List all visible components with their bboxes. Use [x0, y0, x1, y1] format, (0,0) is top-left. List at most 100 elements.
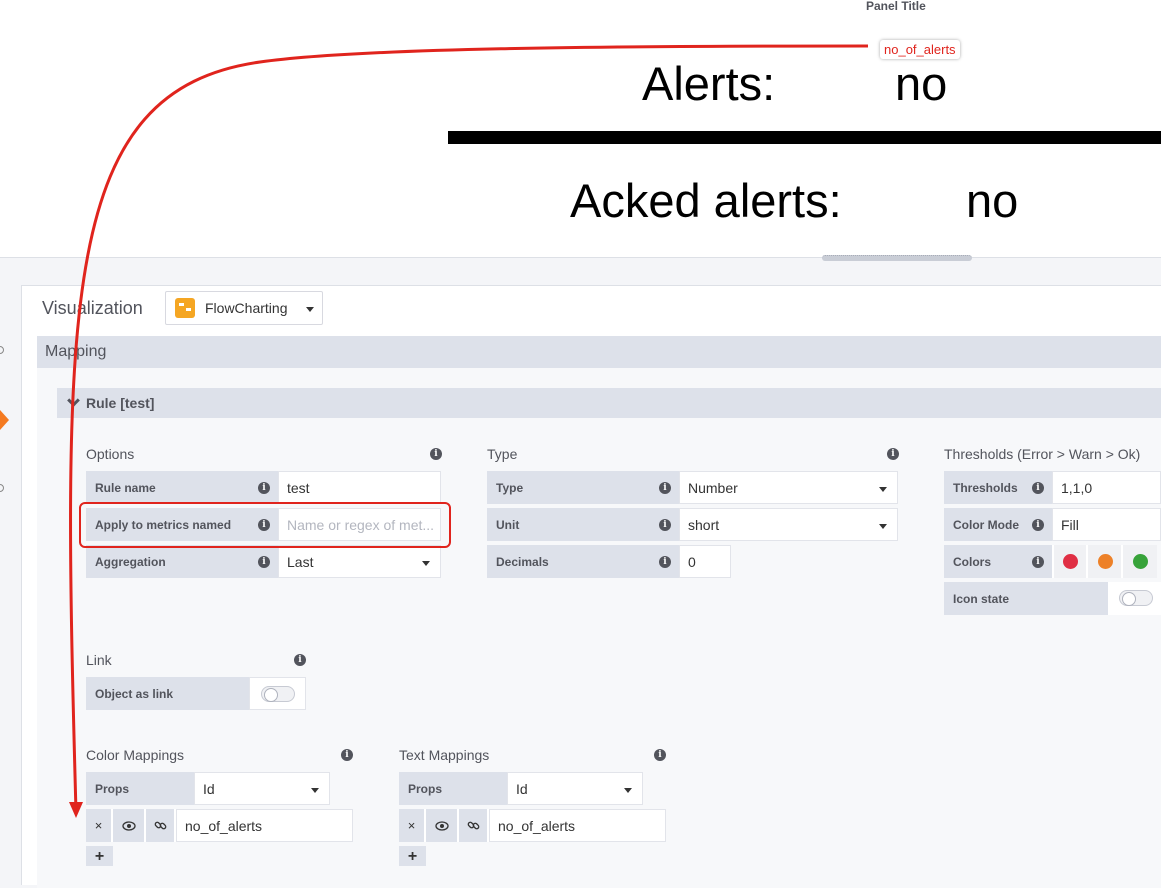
chevron-down-icon — [624, 788, 632, 793]
eye-icon[interactable] — [426, 809, 459, 842]
aggregation-label-text: Aggregation — [95, 554, 166, 569]
metric-tag: no_of_alerts — [880, 40, 960, 59]
delete-mapping-icon[interactable]: × — [399, 809, 426, 842]
chevron-down-icon — [422, 561, 430, 566]
color-picker-ok[interactable] — [1121, 545, 1157, 578]
object-as-link-toggle[interactable] — [261, 686, 295, 702]
info-icon[interactable]: i — [1032, 556, 1044, 568]
add-text-mapping-button[interactable]: + — [399, 846, 426, 866]
color-mappings-props-select[interactable]: Id — [194, 772, 330, 805]
link-icon[interactable] — [146, 809, 176, 842]
type-title: Type — [487, 446, 518, 462]
decimals-input[interactable]: 0 — [679, 545, 731, 578]
thresholds-label-text: Thresholds — [953, 480, 1018, 495]
object-as-link-row: Object as link — [86, 677, 306, 710]
aggregation-value: Last — [287, 553, 314, 570]
info-icon[interactable]: i — [430, 448, 442, 460]
unit-value: short — [688, 516, 720, 533]
text-mappings-title: Text Mappings — [399, 747, 490, 763]
type-select[interactable]: Number — [679, 471, 898, 504]
mapping-section-header[interactable]: Mapping — [37, 336, 1161, 368]
panel-preview: Panel Title Alerts: no Acked alerts: no … — [0, 0, 1161, 258]
text-mappings-props-select[interactable]: Id — [507, 772, 643, 805]
rule-name-label: Rule name i — [86, 471, 278, 504]
color-mode-label-text: Color Mode — [953, 517, 1019, 532]
type-label: Type i — [487, 471, 679, 504]
visualization-label: Visualization — [42, 298, 143, 318]
rule-title: Rule [test] — [86, 395, 155, 411]
thresholds-row: Thresholds i 1,1,0 — [944, 471, 1161, 504]
info-icon[interactable]: i — [659, 519, 671, 531]
color-mapping-value-input[interactable]: no_of_alerts — [176, 809, 353, 842]
unit-label: Unit i — [487, 508, 679, 541]
text-mappings-props-label: Props — [399, 772, 507, 805]
aggregation-label: Aggregation i — [86, 545, 278, 578]
decimals-row: Decimals i 0 — [487, 545, 731, 578]
delete-mapping-icon[interactable]: × — [86, 809, 113, 842]
info-icon[interactable]: i — [1032, 482, 1044, 494]
object-as-link-label: Object as link — [86, 677, 249, 710]
rule-name-row: Rule name i test — [86, 471, 441, 504]
panel-title[interactable]: Panel Title — [866, 0, 926, 13]
text-mapping-value-input[interactable]: no_of_alerts — [489, 809, 666, 842]
rule-name-label-text: Rule name — [95, 480, 156, 495]
decimals-label: Decimals i — [487, 545, 679, 578]
visualization-plugin-name: FlowCharting — [205, 300, 288, 316]
separator-bar — [448, 131, 1161, 144]
type-label-text: Type — [496, 480, 524, 495]
color-mappings-title: Color Mappings — [86, 747, 185, 763]
link-icon[interactable] — [459, 809, 489, 842]
text-mappings-props-row: Props Id — [399, 772, 643, 805]
colors-row: Colors i — [944, 545, 1157, 578]
text-mapping-item: × no_of_alerts — [399, 809, 666, 842]
color-mapping-item: × no_of_alerts — [86, 809, 353, 842]
info-icon[interactable]: i — [887, 448, 899, 460]
color-mappings-props-row: Props Id — [86, 772, 330, 805]
acked-alerts-label: Acked alerts: — [570, 174, 842, 227]
color-mode-select[interactable]: Fill — [1052, 508, 1161, 541]
color-swatch-error — [1063, 554, 1078, 569]
aggregation-row: Aggregation i Last — [86, 545, 441, 578]
rule-header[interactable]: Rule [test] — [57, 388, 1161, 418]
chevron-down-icon — [306, 307, 314, 312]
info-icon[interactable]: i — [659, 482, 671, 494]
color-swatch-warn — [1098, 554, 1113, 569]
chevron-down-icon — [311, 788, 319, 793]
color-swatch-ok — [1133, 554, 1148, 569]
color-picker-warn[interactable] — [1086, 545, 1121, 578]
info-icon[interactable]: i — [1032, 519, 1044, 531]
type-row: Type i Number — [487, 471, 898, 504]
type-value: Number — [688, 479, 738, 496]
alerts-value: no — [895, 57, 948, 110]
info-icon[interactable]: i — [294, 654, 306, 666]
colors-label: Colors i — [944, 545, 1052, 578]
eye-icon[interactable] — [113, 809, 146, 842]
info-icon[interactable]: i — [341, 749, 353, 761]
aggregation-select[interactable]: Last — [278, 545, 441, 578]
annotation-highlight-box — [79, 502, 451, 548]
add-color-mapping-button[interactable]: + — [86, 846, 113, 866]
color-picker-error[interactable] — [1052, 545, 1086, 578]
flowcharting-logo-icon — [175, 298, 195, 318]
active-nav-indicator-icon — [0, 410, 9, 430]
thresholds-title: Thresholds (Error > Warn > Ok) — [944, 446, 1141, 462]
options-title: Options — [86, 446, 135, 462]
thresholds-input[interactable]: 1,1,0 — [1052, 471, 1161, 504]
visualization-picker[interactable]: FlowCharting — [165, 291, 323, 325]
text-mappings-props-value: Id — [516, 780, 528, 797]
chevron-down-icon — [879, 487, 887, 492]
thresholds-label: Thresholds i — [944, 471, 1052, 504]
info-icon[interactable]: i — [258, 556, 270, 568]
icon-state-row: Icon state — [944, 582, 1161, 615]
rule-name-input[interactable]: test — [278, 471, 441, 504]
icon-state-toggle[interactable] — [1119, 590, 1153, 606]
side-nav-icon[interactable] — [0, 346, 4, 354]
info-icon[interactable]: i — [654, 749, 666, 761]
info-icon[interactable]: i — [258, 482, 270, 494]
decimals-label-text: Decimals — [496, 554, 549, 569]
info-icon[interactable]: i — [659, 556, 671, 568]
panel-resize-handle[interactable] — [822, 255, 972, 261]
side-nav-icon[interactable] — [0, 484, 4, 492]
chevron-down-icon — [67, 394, 80, 407]
unit-select[interactable]: short — [679, 508, 898, 541]
